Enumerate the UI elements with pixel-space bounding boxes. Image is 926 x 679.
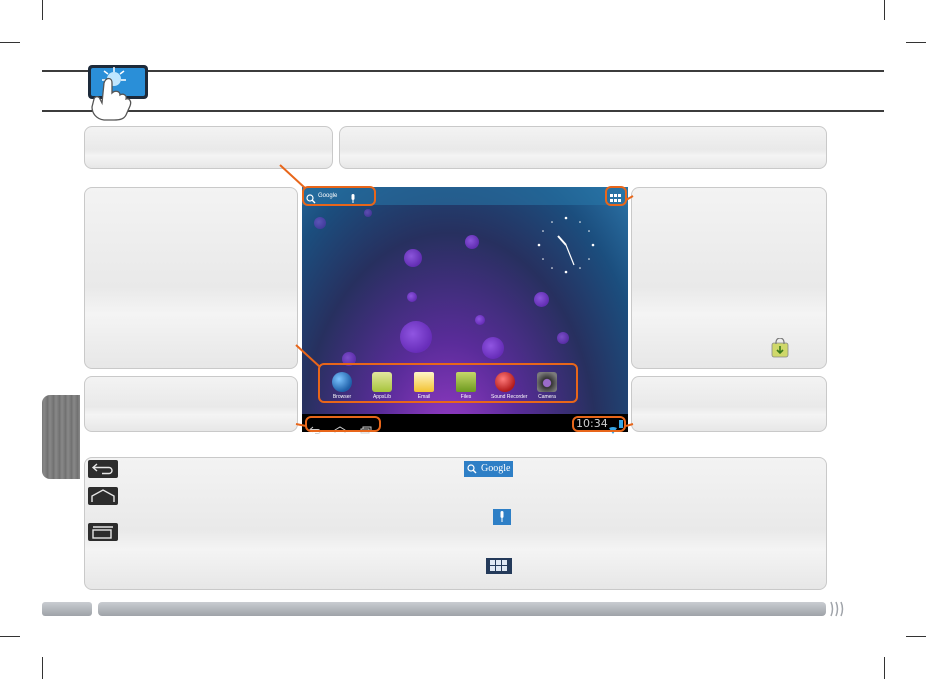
apps-grid-icon [490, 560, 507, 571]
all-apps-button [486, 558, 512, 574]
legend-panel [84, 457, 827, 590]
page-number-tab [42, 602, 92, 616]
back-button-icon [88, 460, 118, 478]
google-search-button: Google [464, 461, 513, 477]
google-label: Google [481, 463, 511, 474]
voice-search-button [493, 509, 511, 525]
footer-chevrons [828, 601, 848, 617]
home-button-icon [88, 487, 118, 505]
microphone-icon [500, 511, 504, 522]
search-icon [467, 464, 477, 474]
recent-apps-button-icon [88, 523, 118, 541]
footer-bar [98, 602, 826, 616]
language-side-tab [42, 395, 80, 479]
